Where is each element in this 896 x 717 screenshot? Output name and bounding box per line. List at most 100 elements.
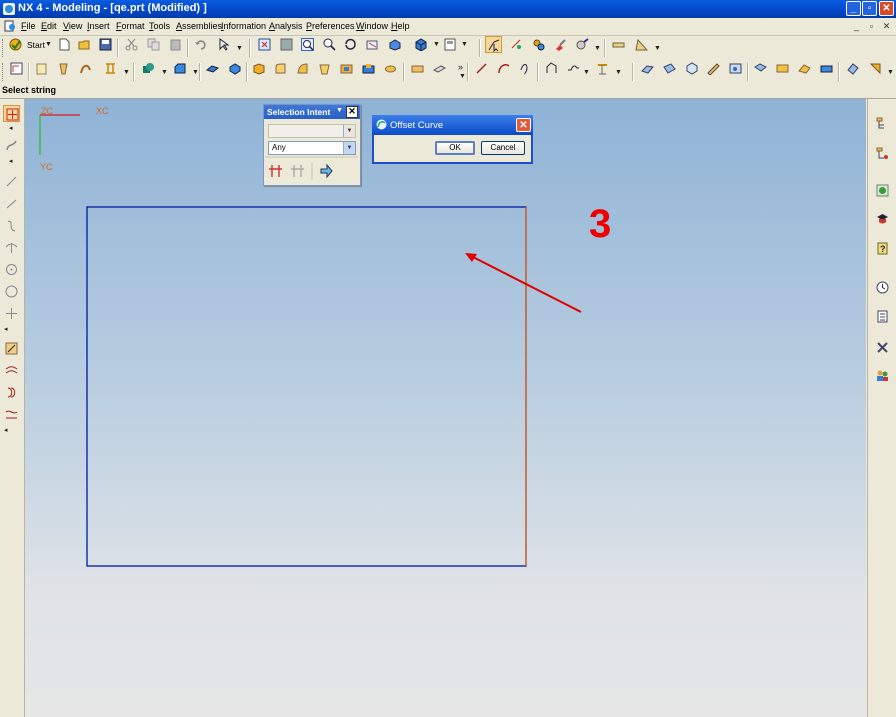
perspective-button[interactable]: [364, 36, 381, 53]
menu-tools[interactable]: Tools: [149, 21, 170, 31]
assembly-navigator-tab[interactable]: [874, 115, 891, 132]
open-button[interactable]: [76, 36, 93, 53]
bridge-curve-button[interactable]: ▼: [565, 60, 590, 77]
menu-edit[interactable]: Edit: [41, 21, 57, 31]
snap-point-button[interactable]: [508, 36, 525, 53]
menu-file[interactable]: File: [21, 21, 36, 31]
history-tab[interactable]: [874, 279, 891, 296]
offset-curve-tool-button[interactable]: [543, 60, 560, 77]
toolbar-grip[interactable]: [2, 39, 6, 57]
ruled-button[interactable]: [705, 60, 722, 77]
paste-button[interactable]: [167, 36, 184, 53]
chamfer-button[interactable]: ▼: [171, 60, 199, 77]
ok-button[interactable]: OK: [435, 141, 475, 155]
arc-sketch-button[interactable]: [3, 217, 20, 234]
face-analysis-button[interactable]: [844, 60, 861, 77]
part-navigator-tab[interactable]: [874, 145, 891, 162]
edge-blend-button[interactable]: [272, 60, 289, 77]
shell-button[interactable]: [226, 60, 243, 77]
sketch-button[interactable]: [8, 60, 25, 77]
draft-button[interactable]: [316, 60, 333, 77]
close-button[interactable]: ✕: [879, 1, 894, 16]
pan-button[interactable]: [321, 36, 338, 53]
derived-curve-button[interactable]: [3, 340, 20, 357]
roles-tab[interactable]: [874, 367, 891, 384]
follow-fillet-icon[interactable]: [291, 165, 304, 177]
orient-view-button[interactable]: ▼: [442, 36, 476, 53]
menu-help[interactable]: Help: [391, 21, 410, 31]
pad-button[interactable]: [360, 60, 377, 77]
revolve-button[interactable]: [55, 60, 72, 77]
offset-curve-titlebar[interactable]: Offset Curve ✕: [372, 115, 533, 135]
trimmed-sheet-button[interactable]: [796, 60, 813, 77]
menu-information[interactable]: Information: [221, 21, 266, 31]
system-materials-tab[interactable]: [874, 308, 891, 325]
n-sided-surface-button[interactable]: [727, 60, 744, 77]
collapse-arrow-icon[interactable]: ◂: [9, 124, 13, 132]
line-tangent-button[interactable]: [3, 195, 20, 212]
cancel-button[interactable]: Cancel: [481, 141, 525, 155]
spline-button[interactable]: [517, 60, 534, 77]
point-tool-button[interactable]: [3, 105, 20, 122]
cylinder-button[interactable]: [409, 60, 426, 77]
unite-button[interactable]: ▼: [140, 60, 168, 77]
zoom-in-out-button[interactable]: [299, 36, 316, 53]
measure-angle-button[interactable]: ▼: [633, 36, 661, 53]
internet-explorer-tab[interactable]: [874, 182, 891, 199]
zoom-button[interactable]: [278, 36, 295, 53]
menu-window[interactable]: Window: [356, 21, 388, 31]
undo-button[interactable]: [192, 36, 209, 53]
hole-button[interactable]: ▼: [102, 60, 130, 77]
process-studio-tab[interactable]: [874, 339, 891, 356]
offset-sketch-curve-button[interactable]: [3, 384, 20, 401]
select-filter-button[interactable]: ▼: [216, 36, 243, 53]
intersect-curve-button[interactable]: [3, 406, 20, 423]
menu-format[interactable]: Format: [116, 21, 145, 31]
graphics-window[interactable]: ZC XC YC: [25, 99, 866, 717]
stop-at-intersection-icon[interactable]: [269, 165, 282, 177]
selection-mode-button[interactable]: [485, 36, 502, 53]
swept-surface-button[interactable]: [683, 60, 700, 77]
sweep-button[interactable]: [77, 60, 94, 77]
feature-select-button[interactable]: [530, 36, 547, 53]
doc-restore-button[interactable]: ▫: [866, 20, 877, 32]
fillet-sketch-button[interactable]: [3, 239, 20, 256]
measure-distance-button[interactable]: [610, 36, 627, 53]
toolbar-grip[interactable]: [2, 63, 6, 81]
maximize-button[interactable]: ▫: [862, 1, 877, 16]
extrude-button[interactable]: [33, 60, 50, 77]
point-sketch-button[interactable]: [3, 305, 20, 322]
line-button[interactable]: [473, 60, 490, 77]
edit-object-display-button[interactable]: ▼: [574, 36, 601, 53]
rotate-button[interactable]: [342, 36, 359, 53]
trim-curve-button[interactable]: ▼: [594, 60, 622, 77]
rectangle-curve[interactable]: [86, 206, 527, 567]
start-button[interactable]: Start ▼: [7, 36, 53, 53]
through-curves-button[interactable]: [639, 60, 656, 77]
cut-button[interactable]: [123, 36, 140, 53]
restore-view-button[interactable]: [386, 36, 403, 53]
offset-face-button[interactable]: [204, 60, 221, 77]
display-button[interactable]: [552, 36, 569, 53]
collapse-arrow-icon[interactable]: ◂: [9, 157, 13, 165]
minimize-button[interactable]: _: [846, 1, 861, 16]
toolbar-overflow-icon[interactable]: »: [458, 62, 463, 72]
boss-button[interactable]: [382, 60, 399, 77]
menu-analysis[interactable]: Analysis: [269, 21, 303, 31]
slot-button[interactable]: [431, 60, 448, 77]
project-curve-button[interactable]: [3, 362, 20, 379]
menu-view[interactable]: View: [63, 21, 82, 31]
section-button[interactable]: ▼: [867, 60, 894, 77]
collapse-arrow-icon[interactable]: ◂: [4, 325, 8, 333]
circle-sketch-button[interactable]: [3, 261, 20, 278]
fit-button[interactable]: [256, 36, 273, 53]
doc-minimize-button[interactable]: _: [851, 20, 862, 32]
nx-app-icon[interactable]: [3, 3, 15, 15]
sew-button[interactable]: [774, 60, 791, 77]
curve-tool-button[interactable]: [3, 137, 20, 154]
menu-assemblies[interactable]: Assemblies: [176, 21, 222, 31]
offset-curve-close-button[interactable]: ✕: [516, 118, 531, 132]
save-button[interactable]: [97, 36, 114, 53]
arc-button[interactable]: [495, 60, 512, 77]
new-button[interactable]: [56, 36, 73, 53]
